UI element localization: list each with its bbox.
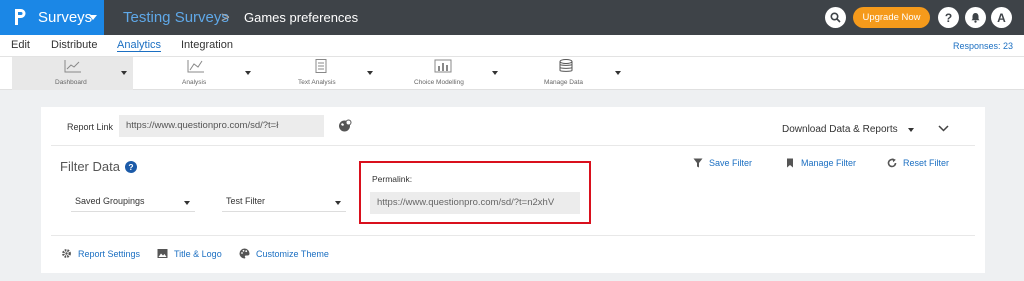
tool-label: Dashboard: [55, 79, 87, 86]
permalink-value: https://www.questionpro.com/sd/?t=n2xhV: [377, 197, 555, 208]
reset-filter-button[interactable]: Reset Filter: [887, 158, 949, 168]
report-link-value: https://www.questionpro.com/sd/?t=ł: [126, 120, 279, 131]
filter-data-title: Filter Data: [60, 159, 120, 174]
download-data-reports[interactable]: Download Data & Reports: [782, 124, 898, 135]
app-name: Surveys: [38, 9, 93, 26]
analytics-toolbar: Dashboard Analysis Text Analysis Choice …: [0, 57, 1024, 90]
help-icon[interactable]: ?: [125, 161, 137, 173]
saved-groupings-select[interactable]: Saved Groupings: [71, 192, 195, 212]
line-chart-icon: [187, 60, 204, 73]
report-settings-link[interactable]: Report Settings: [61, 248, 140, 259]
avatar-initial: A: [997, 10, 1006, 25]
user-avatar[interactable]: A: [991, 7, 1012, 28]
nav-analytics[interactable]: Analytics: [117, 39, 162, 52]
caret-down-icon: [89, 15, 97, 20]
report-settings-label: Report Settings: [78, 248, 141, 259]
reset-filter-label: Reset Filter: [903, 158, 950, 168]
tool-text-analysis[interactable]: Text Analysis: [280, 57, 380, 90]
globe-settings-icon[interactable]: [338, 119, 352, 133]
help-button[interactable]: ?: [938, 7, 959, 28]
upgrade-now-button[interactable]: Upgrade Now: [853, 7, 930, 28]
title-logo-link[interactable]: Title & Logo: [157, 248, 222, 259]
nav-distribute[interactable]: Distribute: [51, 39, 97, 51]
tool-manage-data[interactable]: Manage Data: [530, 57, 625, 90]
save-filter-label: Save Filter: [709, 158, 753, 168]
filter-icon: [693, 158, 703, 168]
image-icon: [157, 249, 168, 258]
bell-icon: [971, 13, 980, 23]
bar-chart-icon: [434, 59, 452, 73]
report-link-label: Report Link: [67, 122, 114, 132]
document-icon: [315, 59, 327, 73]
select-value: Saved Groupings: [75, 196, 145, 206]
title-logo-label: Title & Logo: [174, 248, 222, 259]
help-icon: ?: [944, 10, 953, 25]
tool-label: Analysis: [182, 79, 207, 86]
test-filter-select[interactable]: Test Filter: [222, 192, 346, 212]
refresh-icon: [887, 158, 897, 168]
notifications-button[interactable]: [965, 7, 986, 28]
report-card: Report Link https://www.questionpro.com/…: [41, 107, 985, 273]
caret-down-icon: [367, 71, 373, 75]
breadcrumb-parent[interactable]: Testing Surveys: [123, 9, 229, 26]
breadcrumb-current: Games preferences: [244, 10, 359, 25]
gear-icon: [62, 249, 71, 258]
database-icon: [559, 59, 573, 72]
palette-icon: [239, 248, 250, 259]
search-icon: [830, 12, 841, 23]
caret-down-icon: [245, 71, 251, 75]
tool-analysis[interactable]: Analysis: [150, 57, 260, 90]
divider: [51, 145, 975, 146]
chevron-down-icon[interactable]: [938, 125, 949, 132]
manage-filter-button[interactable]: Manage Filter: [785, 158, 856, 168]
caret-down-icon: [335, 201, 341, 205]
caret-down-icon[interactable]: [908, 128, 914, 132]
select-value: Test Filter: [226, 196, 266, 206]
manage-filter-label: Manage Filter: [801, 158, 857, 168]
customize-theme-link[interactable]: Customize Theme: [239, 248, 329, 259]
nav-edit[interactable]: Edit: [11, 39, 30, 51]
breadcrumb-separator: >: [221, 9, 230, 26]
caret-down-icon: [615, 71, 621, 75]
search-button[interactable]: [825, 7, 846, 28]
permalink-label: Permalink:: [372, 174, 413, 184]
caret-down-icon: [184, 201, 190, 205]
responses-count: Responses: 23: [952, 41, 1013, 51]
permalink-field[interactable]: https://www.questionpro.com/sd/?t=n2xhV: [370, 192, 580, 214]
nav-integration[interactable]: Integration: [181, 39, 233, 51]
top-bar: Surveys Testing Surveys > Games preferen…: [0, 0, 1024, 35]
divider: [51, 235, 975, 236]
questionpro-logo-icon: [15, 9, 26, 25]
app-switcher[interactable]: Surveys: [0, 0, 104, 35]
tool-label: Choice Modelling: [414, 79, 464, 86]
caret-down-icon: [121, 71, 127, 75]
report-link-field[interactable]: https://www.questionpro.com/sd/?t=ł: [119, 115, 324, 137]
secondary-nav: Edit Distribute Analytics Integration Re…: [0, 35, 1024, 57]
permalink-highlight: Permalink: https://www.questionpro.com/s…: [359, 161, 591, 224]
caret-down-icon: [492, 71, 498, 75]
tool-label: Manage Data: [544, 79, 584, 86]
bookmark-icon: [787, 158, 793, 168]
tool-label: Text Analysis: [298, 79, 336, 86]
customize-theme-label: Customize Theme: [256, 248, 329, 259]
tool-dashboard[interactable]: Dashboard: [12, 57, 133, 90]
tool-choice-modelling[interactable]: Choice Modelling: [400, 57, 500, 90]
save-filter-button[interactable]: Save Filter: [693, 158, 752, 168]
line-chart-icon: [64, 60, 81, 73]
